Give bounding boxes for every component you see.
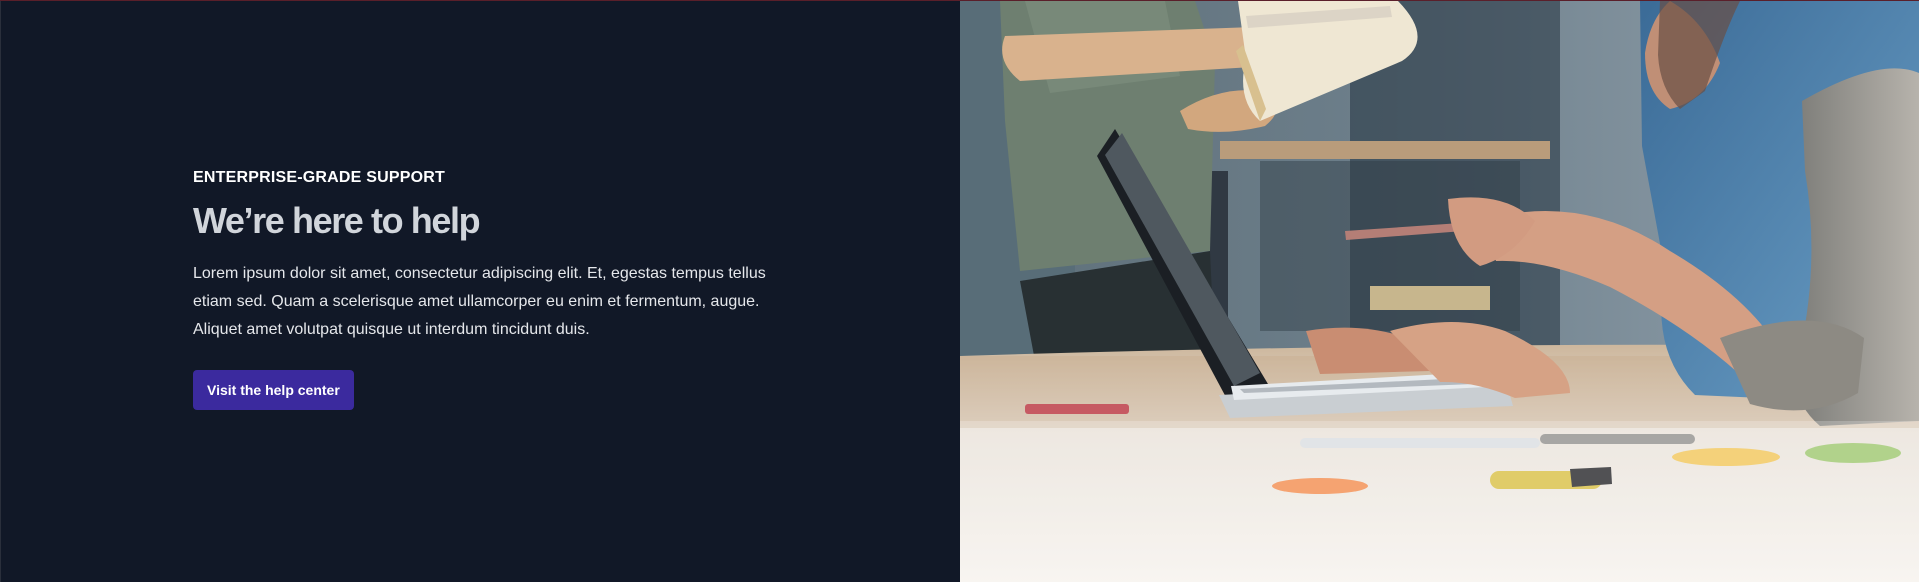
team-working-photo-illustration <box>960 1 1919 582</box>
hero-description: Lorem ipsum dolor sit amet, consectetur … <box>193 265 766 338</box>
support-hero: ENTERPRISE-GRADE SUPPORT We’re here to h… <box>0 0 1919 582</box>
hero-content: ENTERPRISE-GRADE SUPPORT We’re here to h… <box>193 168 783 410</box>
hero-photo <box>960 1 1919 582</box>
hero-title: We’re here to help <box>193 200 481 241</box>
eyebrow-label: ENTERPRISE-GRADE SUPPORT <box>193 169 445 186</box>
help-center-button[interactable]: Visit the help center <box>193 370 354 410</box>
hero-text-panel: ENTERPRISE-GRADE SUPPORT We’re here to h… <box>0 1 960 582</box>
